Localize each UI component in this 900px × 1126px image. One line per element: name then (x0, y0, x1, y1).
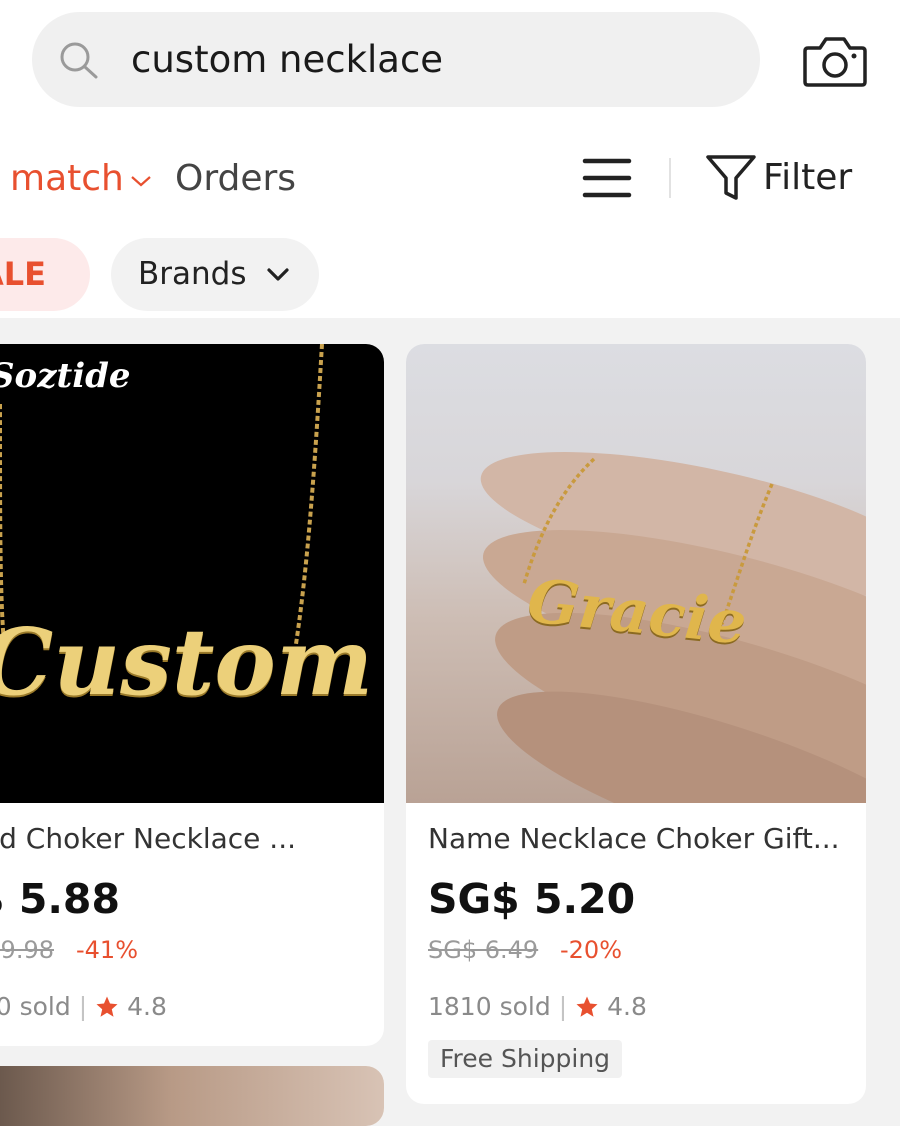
product-image (0, 1066, 384, 1126)
sort-best-match-tab[interactable]: match (10, 157, 154, 201)
discount-label: -20% (560, 936, 623, 964)
necklace-chain-graphic (0, 344, 324, 645)
star-icon (576, 996, 598, 1017)
sort-orders-tab[interactable]: Orders (175, 157, 296, 201)
discount-label: -41% (76, 936, 139, 964)
sale-chip[interactable]: SALE (0, 238, 90, 311)
chevron-down-icon (267, 268, 289, 281)
chevron-down-icon (131, 176, 151, 187)
sold-count: 1990 sold (0, 992, 71, 1021)
separator: | (558, 992, 568, 1021)
filter-label: Filter (763, 157, 853, 198)
sold-rating-row: 1810 sold | 4.8 (428, 990, 647, 1024)
product-price: SG$ 5.88 (0, 875, 120, 923)
product-price: SG$ 5.20 (428, 875, 636, 923)
product-image[interactable]: Soztide Custom (0, 344, 384, 803)
brand-watermark: Soztide (0, 356, 131, 396)
product-card[interactable]: Soztide Custom Gold Choker Necklace ... … (0, 344, 384, 1046)
sale-chip-label: SALE (0, 255, 46, 293)
brands-chip[interactable]: Brands (111, 238, 319, 311)
filter-funnel-icon (706, 155, 756, 200)
sold-rating-row: 1990 sold | 4.8 (0, 990, 167, 1024)
product-title[interactable]: Gold Choker Necklace ... (0, 820, 378, 858)
rating-value: 4.8 (127, 992, 167, 1021)
product-card-peek[interactable] (0, 1066, 384, 1126)
separator: | (78, 992, 88, 1021)
rating-value: 4.8 (607, 992, 647, 1021)
original-price: SG$ 6.49 (428, 936, 539, 964)
sort-match-label: match (10, 158, 124, 199)
search-icon (60, 42, 98, 79)
star-icon (96, 996, 118, 1017)
product-title-text: Gold Choker Necklace ... (0, 822, 296, 855)
divider (669, 158, 671, 198)
product-image[interactable]: Gracie (406, 344, 866, 803)
original-price: SG$ 9.98 (0, 936, 54, 964)
product-card[interactable]: Gracie Name Necklace Choker Gift... SG$ … (406, 344, 866, 1104)
sold-count: 1810 sold (428, 992, 551, 1021)
product-title[interactable]: Name Necklace Choker Gift... (428, 820, 848, 858)
search-input[interactable]: custom necklace (131, 38, 443, 82)
camera-icon[interactable] (802, 34, 868, 88)
list-view-icon[interactable] (582, 155, 632, 201)
hand-photo-graphic (480, 452, 866, 803)
pendant-script-text: Custom (0, 608, 374, 716)
free-shipping-badge: Free Shipping (428, 1040, 623, 1078)
brands-chip-label: Brands (138, 256, 247, 292)
filter-button[interactable]: Filter (705, 153, 852, 203)
